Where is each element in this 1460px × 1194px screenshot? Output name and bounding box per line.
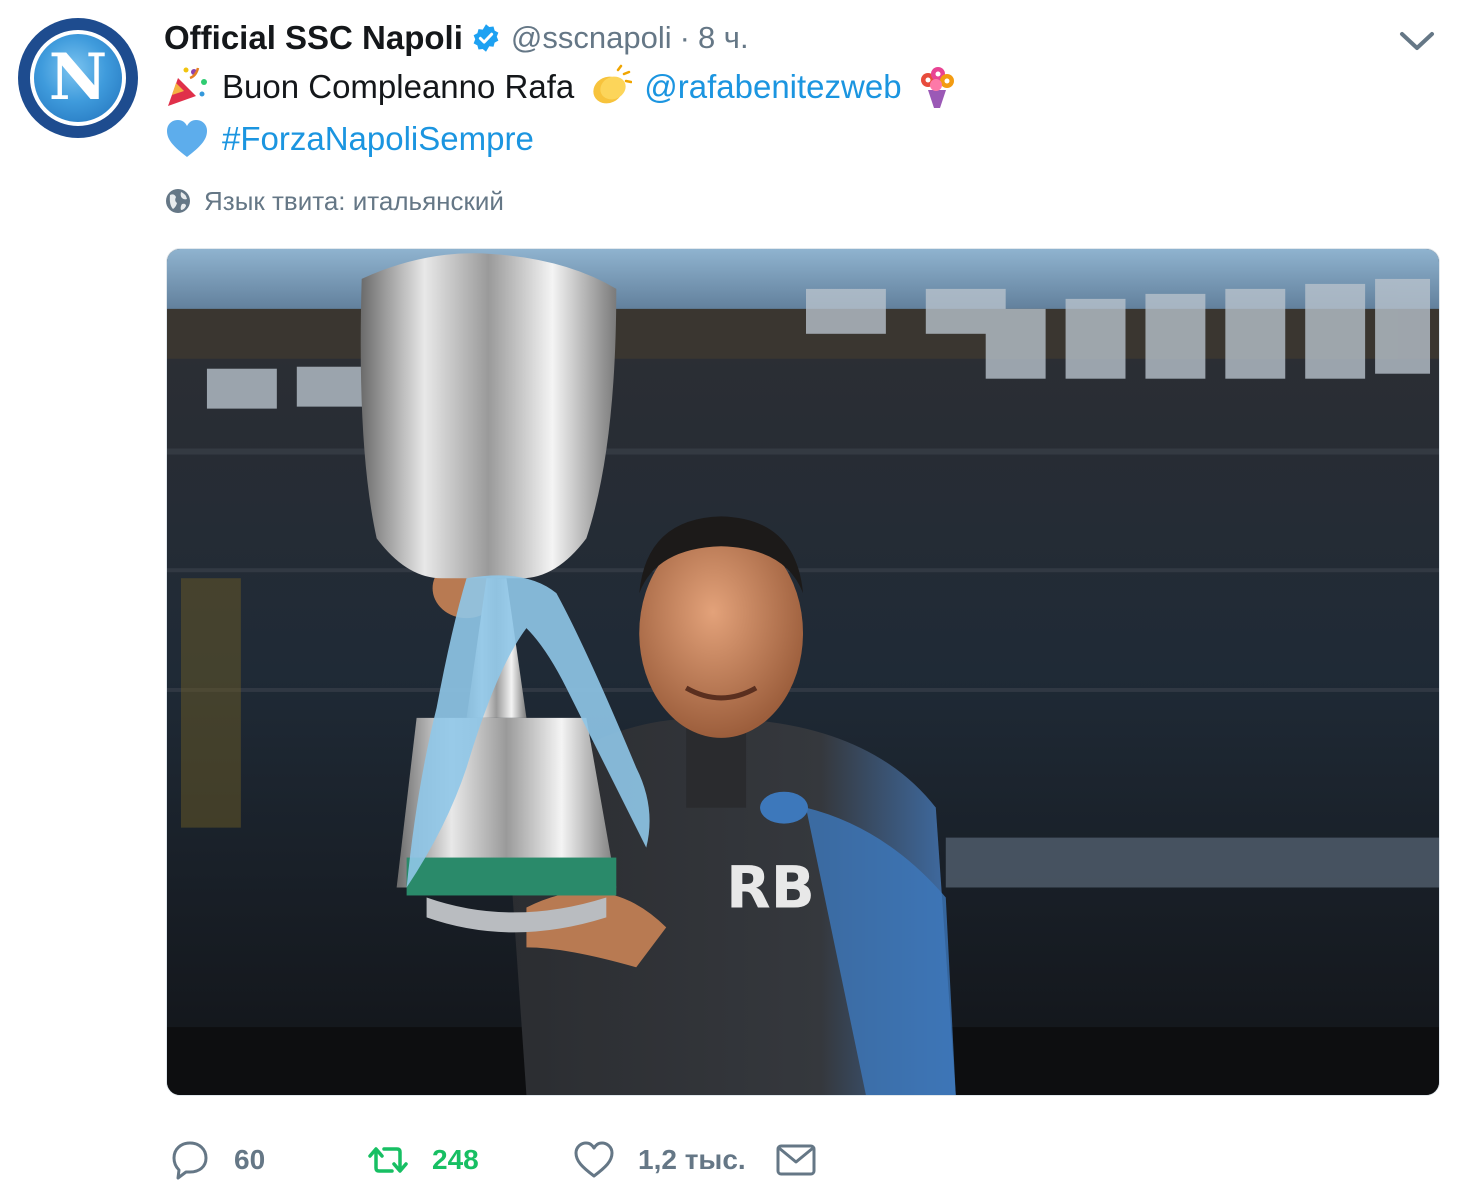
retweet-icon: [368, 1147, 408, 1173]
display-name[interactable]: Official SSC Napoli: [164, 19, 463, 57]
photo-image: RB: [167, 249, 1439, 1095]
globe-icon: [166, 189, 190, 213]
verified-badge-icon: [473, 24, 499, 52]
tweet-language: Язык твита: итальянский: [164, 184, 504, 218]
handle[interactable]: @sscnapoli: [511, 20, 672, 56]
svg-text:RB: RB: [726, 853, 815, 921]
avatar-letter: N: [48, 40, 108, 115]
mention-link[interactable]: @rafabenitezweb: [644, 68, 901, 106]
clapping-hands-icon: [593, 64, 633, 104]
reply-icon: [172, 1141, 208, 1180]
tweet-language-text[interactable]: Язык твита: итальянский: [204, 186, 504, 217]
tweet-header: Official SSC Napoli @sscnapoli · 8 ч.: [164, 16, 749, 60]
retweet-count: 248: [432, 1144, 479, 1175]
avatar[interactable]: N: [18, 18, 138, 138]
heart-icon: [574, 1141, 614, 1178]
separator: ·: [679, 20, 690, 55]
tweet-actions: 60 248 1,2 тыс.: [0, 1132, 1460, 1188]
napoli-logo: N: [30, 30, 126, 126]
blue-heart-icon: [167, 120, 207, 157]
hashtag-link[interactable]: #ForzaNapoliSempre: [222, 120, 534, 158]
reply-count: 60: [234, 1144, 266, 1175]
bouquet-icon: [920, 67, 954, 108]
envelope-icon: [776, 1144, 816, 1176]
direct-message-button[interactable]: [774, 1132, 818, 1188]
like-button[interactable]: 1,2 тыс.: [572, 1132, 746, 1188]
like-count: 1,2 тыс.: [638, 1144, 746, 1175]
timestamp[interactable]: 8 ч.: [698, 20, 749, 56]
retweet-button[interactable]: 248: [366, 1132, 479, 1188]
chevron-down-icon[interactable]: [1396, 26, 1438, 56]
party-popper-icon: [168, 67, 207, 106]
tweet-text-line-1: Buon Compleanno Rafa @rafabenitezweb: [164, 62, 972, 112]
tweet-text-line-2: #ForzaNapoliSempre: [164, 114, 534, 164]
reply-button[interactable]: 60: [168, 1132, 265, 1188]
tweet-photo[interactable]: RB: [166, 248, 1440, 1096]
birthday-text: Buon Compleanno Rafa: [222, 68, 575, 105]
